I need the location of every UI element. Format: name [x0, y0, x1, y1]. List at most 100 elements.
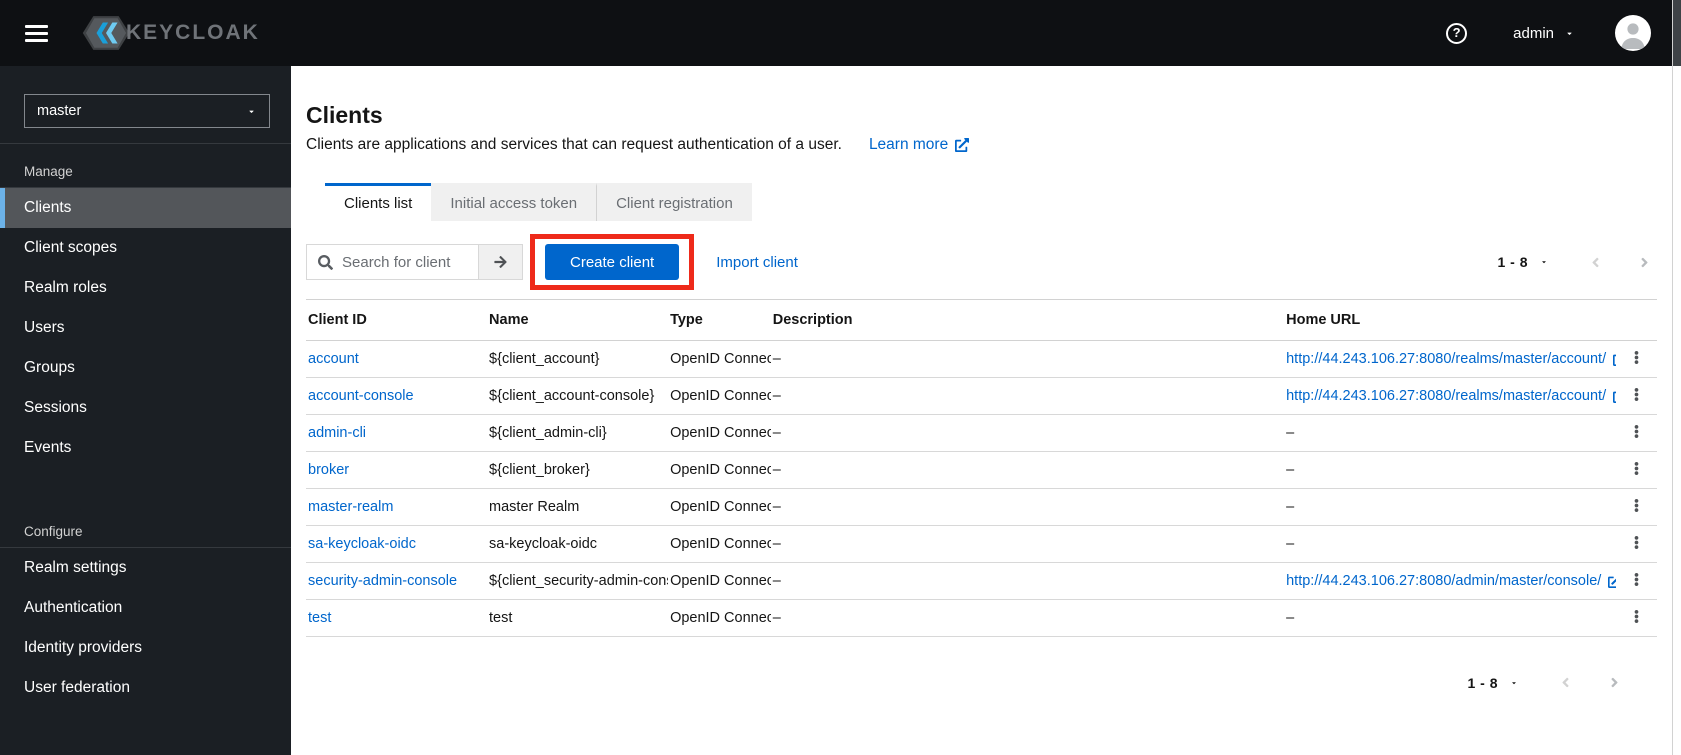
pagination-prev-button[interactable] — [1555, 673, 1576, 692]
pagination-next-button[interactable] — [1634, 253, 1655, 272]
client-id-link[interactable]: account — [308, 351, 359, 367]
client-id-link[interactable]: broker — [308, 462, 349, 478]
cell-type: OpenID Connect — [670, 499, 771, 515]
pagination-options-toggle[interactable] — [1537, 257, 1551, 267]
row-actions-kebab[interactable] — [1626, 493, 1647, 521]
client-id-link[interactable]: master-realm — [308, 499, 393, 515]
page-scrollbar[interactable] — [1672, 0, 1681, 755]
sidebar-item-groups[interactable]: Groups — [0, 348, 291, 388]
chevron-right-icon — [1641, 257, 1648, 267]
keycloak-logo-icon — [82, 16, 130, 50]
avatar[interactable] — [1615, 15, 1651, 51]
client-id-link[interactable]: sa-keycloak-oidc — [308, 536, 416, 552]
keycloak-admin-console: KEYCLOAK ? admin master Manage Clients C… — [0, 0, 1681, 755]
external-link-icon — [955, 138, 970, 152]
pagination-range: 1 - 8 — [1467, 674, 1498, 691]
help-icon[interactable]: ? — [1446, 22, 1468, 44]
cell-name: sa-keycloak-oidc — [489, 536, 598, 552]
import-client-link[interactable]: Import client — [716, 254, 798, 271]
tab-clients-list[interactable]: Clients list — [325, 183, 432, 221]
hamburger-icon — [25, 24, 48, 28]
row-actions-kebab[interactable] — [1626, 345, 1647, 373]
cell-description: – — [772, 388, 781, 404]
cell-description: – — [772, 499, 781, 515]
tab-initial-access-token[interactable]: Initial access token — [431, 183, 597, 221]
create-client-button[interactable]: Create client — [545, 244, 680, 280]
home-url-link[interactable]: http://44.243.106.27:8080/admin/master/c… — [1286, 573, 1617, 589]
client-id-link[interactable]: security-admin-console — [308, 573, 457, 589]
cell-description: – — [772, 462, 781, 478]
cell-home-url: – — [1286, 462, 1295, 478]
row-actions-kebab[interactable] — [1626, 567, 1647, 595]
client-id-link[interactable]: account-console — [308, 388, 414, 404]
page-description-row: Clients are applications and services th… — [306, 136, 1657, 154]
row-actions-kebab[interactable] — [1626, 456, 1647, 484]
masthead: KEYCLOAK ? admin — [0, 0, 1681, 66]
sidebar-item-client-scopes[interactable]: Client scopes — [0, 228, 291, 268]
kebab-menu-icon — [1634, 462, 1639, 475]
pagination-options-toggle[interactable] — [1507, 678, 1521, 688]
pagination-next-button[interactable] — [1604, 673, 1625, 692]
create-client-annotation: Create client — [530, 234, 695, 290]
table-row: sa-keycloak-oidc sa-keycloak-oidc OpenID C… — [306, 525, 1657, 563]
pagination-range: 1 - 8 — [1497, 254, 1528, 270]
search-submit-button[interactable] — [478, 244, 523, 280]
kebab-menu-icon — [1634, 425, 1639, 438]
column-header-name: Name — [487, 299, 669, 341]
cell-type: OpenID Connect — [670, 610, 771, 626]
username: admin — [1513, 24, 1554, 42]
masthead-actions: ? admin — [1446, 15, 1651, 51]
nav-toggle-button[interactable] — [19, 19, 54, 48]
table-header: Client ID Name Type Description Home URL — [306, 299, 1657, 341]
realm-selector[interactable]: master — [24, 94, 270, 128]
chevron-left-icon — [1592, 257, 1599, 267]
sidebar-item-user-federation[interactable]: User federation — [0, 668, 291, 708]
cell-home-url: – — [1286, 610, 1295, 626]
home-url-link[interactable]: http://44.243.106.27:8080/realms/master/… — [1286, 351, 1617, 367]
external-link-icon — [1613, 391, 1617, 403]
scrollbar-thumb[interactable] — [1673, 0, 1681, 66]
search-box — [306, 244, 478, 280]
external-link-icon — [1608, 576, 1617, 588]
realm-selector-area: master — [0, 66, 291, 144]
row-actions-kebab[interactable] — [1626, 419, 1647, 447]
sidebar-item-authentication[interactable]: Authentication — [0, 588, 291, 628]
sidebar-item-clients[interactable]: Clients — [0, 188, 291, 228]
search-input[interactable] — [342, 253, 470, 271]
pagination-prev-button[interactable] — [1585, 253, 1606, 272]
row-actions-kebab[interactable] — [1626, 604, 1647, 632]
tab-client-registration[interactable]: Client registration — [596, 183, 752, 221]
sidebar-item-users[interactable]: Users — [0, 308, 291, 348]
logo-text: KEYCLOAK — [126, 21, 260, 44]
table-body: account ${client_account} OpenID Connect – h… — [306, 340, 1657, 637]
realm-selector-value: master — [37, 103, 82, 119]
client-id-link[interactable]: test — [308, 610, 331, 626]
tab-bar: Clients list Initial access token Client r… — [325, 183, 1657, 221]
home-url-link[interactable]: http://44.243.106.27:8080/realms/master/… — [1286, 388, 1617, 404]
main-content: Clients Clients are applications and ser… — [291, 66, 1672, 755]
sidebar-item-sessions[interactable]: Sessions — [0, 388, 291, 428]
chevron-down-icon — [1567, 32, 1572, 35]
cell-home-url: – — [1286, 425, 1295, 441]
client-id-link[interactable]: admin-cli — [308, 425, 366, 441]
row-actions-kebab[interactable] — [1626, 530, 1647, 558]
nav-section-title: Manage — [0, 144, 291, 188]
cell-type: OpenID Connect — [670, 351, 771, 367]
sidebar-item-realm-settings[interactable]: Realm settings — [0, 548, 291, 588]
kebab-menu-icon — [1634, 573, 1639, 586]
search-group — [306, 244, 523, 280]
user-menu[interactable]: admin — [1513, 25, 1575, 42]
search-icon — [318, 254, 333, 270]
pagination-bottom-row: 1 - 8 — [306, 673, 1625, 692]
sidebar-item-events[interactable]: Events — [0, 428, 291, 468]
page-description: Clients are applications and services th… — [306, 136, 842, 153]
clients-table: Client ID Name Type Description Home URL acc… — [306, 299, 1657, 637]
sidebar-item-identity-providers[interactable]: Identity providers — [0, 628, 291, 668]
avatar-icon — [1615, 15, 1651, 51]
learn-more-link[interactable]: Learn more — [869, 136, 970, 154]
sidebar-item-realm-roles[interactable]: Realm roles — [0, 268, 291, 308]
column-header-client-id: Client ID — [306, 299, 488, 341]
cell-type: OpenID Connect — [670, 388, 771, 404]
row-actions-kebab[interactable] — [1626, 382, 1647, 410]
kebab-menu-icon — [1634, 536, 1639, 549]
